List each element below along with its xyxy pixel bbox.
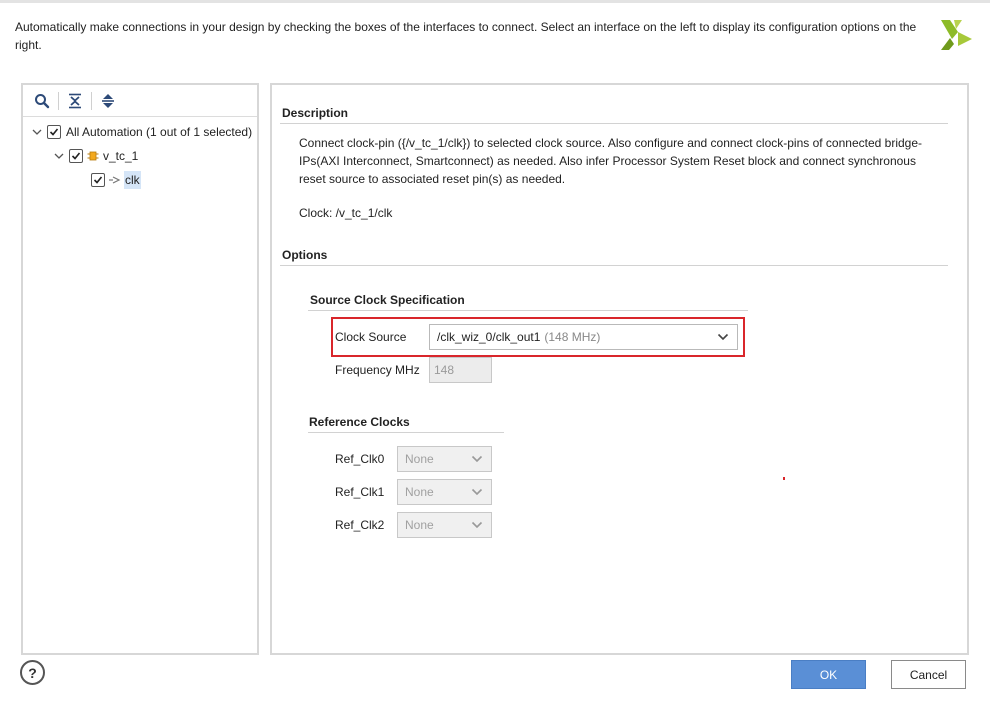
search-button[interactable] xyxy=(31,90,53,112)
ref-clk0-label: Ref_Clk0 xyxy=(335,452,385,466)
tree-node-label: v_tc_1 xyxy=(103,149,139,163)
automation-tree: All Automation (1 out of 1 selected) v_t… xyxy=(23,117,257,192)
clock-source-frequency: (148 MHz) xyxy=(544,330,601,344)
expand-all-icon xyxy=(102,93,114,108)
chevron-down-icon[interactable] xyxy=(31,126,43,138)
help-icon: ? xyxy=(28,664,37,681)
automation-tree-panel: All Automation (1 out of 1 selected) v_t… xyxy=(21,83,259,655)
checkmark-icon xyxy=(49,128,59,136)
clock-pin-path: Clock: /v_tc_1/clk xyxy=(299,206,393,220)
chevron-down-icon[interactable] xyxy=(53,150,65,162)
ref-clk1-label: Ref_Clk1 xyxy=(335,485,385,499)
frequency-field: 148 xyxy=(429,357,492,383)
header-instructions: Automatically make connections in your d… xyxy=(15,20,917,52)
search-icon xyxy=(35,93,50,108)
tree-node-all-automation[interactable]: All Automation (1 out of 1 selected) xyxy=(23,120,257,144)
ref-clk2-label: Ref_Clk2 xyxy=(335,518,385,532)
help-button[interactable]: ? xyxy=(20,660,45,685)
chevron-down-icon xyxy=(471,488,483,496)
description-text: Connect clock-pin ({/v_tc_1/clk}) to sel… xyxy=(299,136,922,186)
options-title: Options xyxy=(282,248,328,262)
source-clock-spec-title: Source Clock Specification xyxy=(310,293,465,307)
ref-clk0-value: None xyxy=(405,452,434,466)
ref-clk1-value: None xyxy=(405,485,434,499)
expand-all-button[interactable] xyxy=(97,90,119,112)
ref-clk0-select[interactable]: None xyxy=(397,446,492,472)
clock-source-value: /clk_wiz_0/clk_out1 xyxy=(437,330,541,344)
divider xyxy=(308,432,504,433)
ok-button[interactable]: OK xyxy=(791,660,866,689)
tree-toolbar xyxy=(23,85,257,117)
collapse-all-icon xyxy=(69,93,81,108)
checkmark-icon xyxy=(93,176,103,184)
toolbar-separator xyxy=(91,91,92,110)
clock-source-label: Clock Source xyxy=(335,330,407,344)
divider xyxy=(280,265,948,266)
cursor-artifact xyxy=(783,477,785,480)
divider xyxy=(280,123,948,124)
divider xyxy=(308,310,748,311)
configuration-panel: Description Connect clock-pin ({/v_tc_1/… xyxy=(270,83,969,655)
v-tc-1-checkbox[interactable] xyxy=(69,149,83,163)
tree-node-label: All Automation (1 out of 1 selected) xyxy=(66,125,253,139)
chevron-down-icon xyxy=(471,521,483,529)
ref-clk2-select[interactable]: None xyxy=(397,512,492,538)
tree-node-v-tc-1[interactable]: v_tc_1 xyxy=(23,144,257,168)
ref-clk1-select[interactable]: None xyxy=(397,479,492,505)
cancel-button[interactable]: Cancel xyxy=(891,660,966,689)
frequency-label: Frequency MHz xyxy=(335,363,420,377)
xilinx-logo-icon xyxy=(941,20,972,50)
tree-node-label: clk xyxy=(124,171,141,189)
chevron-down-icon xyxy=(471,455,483,463)
collapse-all-button[interactable] xyxy=(64,90,86,112)
reference-clocks-title: Reference Clocks xyxy=(309,415,410,429)
ref-clk2-value: None xyxy=(405,518,434,532)
ip-block-icon xyxy=(87,151,99,161)
toolbar-separator xyxy=(58,91,59,110)
all-automation-checkbox[interactable] xyxy=(47,125,61,139)
clock-source-select[interactable]: /clk_wiz_0/clk_out1 (148 MHz) xyxy=(429,324,738,350)
checkmark-icon xyxy=(71,152,81,160)
chevron-down-icon xyxy=(717,333,729,341)
description-title: Description xyxy=(282,106,349,120)
clk-checkbox[interactable] xyxy=(91,173,105,187)
tree-node-clk[interactable]: clk xyxy=(23,168,257,192)
clock-pin-icon xyxy=(109,176,121,184)
